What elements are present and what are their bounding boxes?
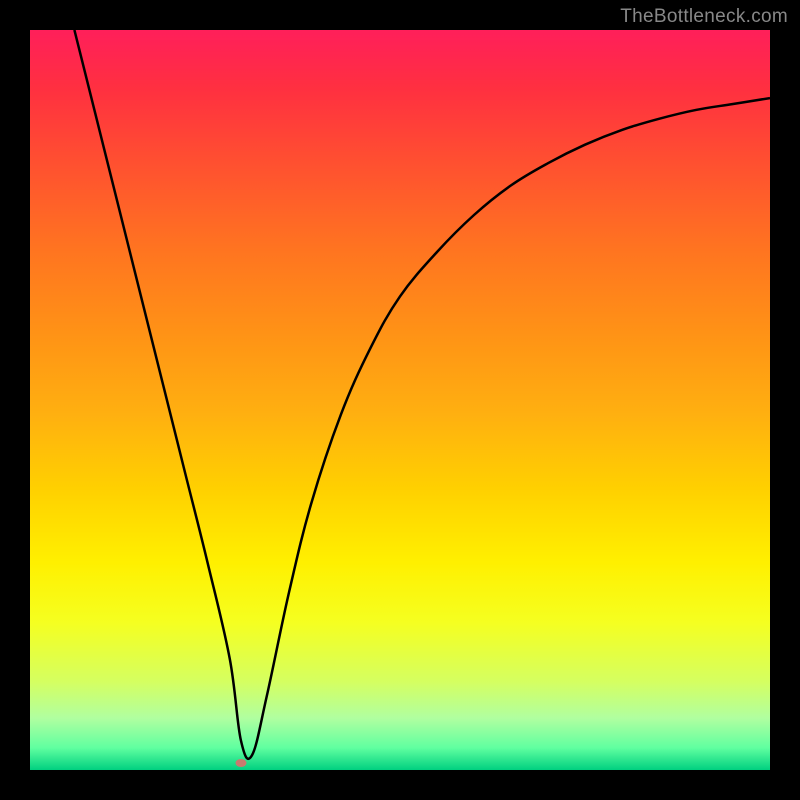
chart-container: TheBottleneck.com <box>0 0 800 800</box>
watermark-text: TheBottleneck.com <box>620 6 788 28</box>
bottleneck-curve <box>74 30 770 759</box>
curve-svg <box>30 30 770 770</box>
plot-area <box>30 30 770 770</box>
minimum-marker <box>235 759 246 767</box>
